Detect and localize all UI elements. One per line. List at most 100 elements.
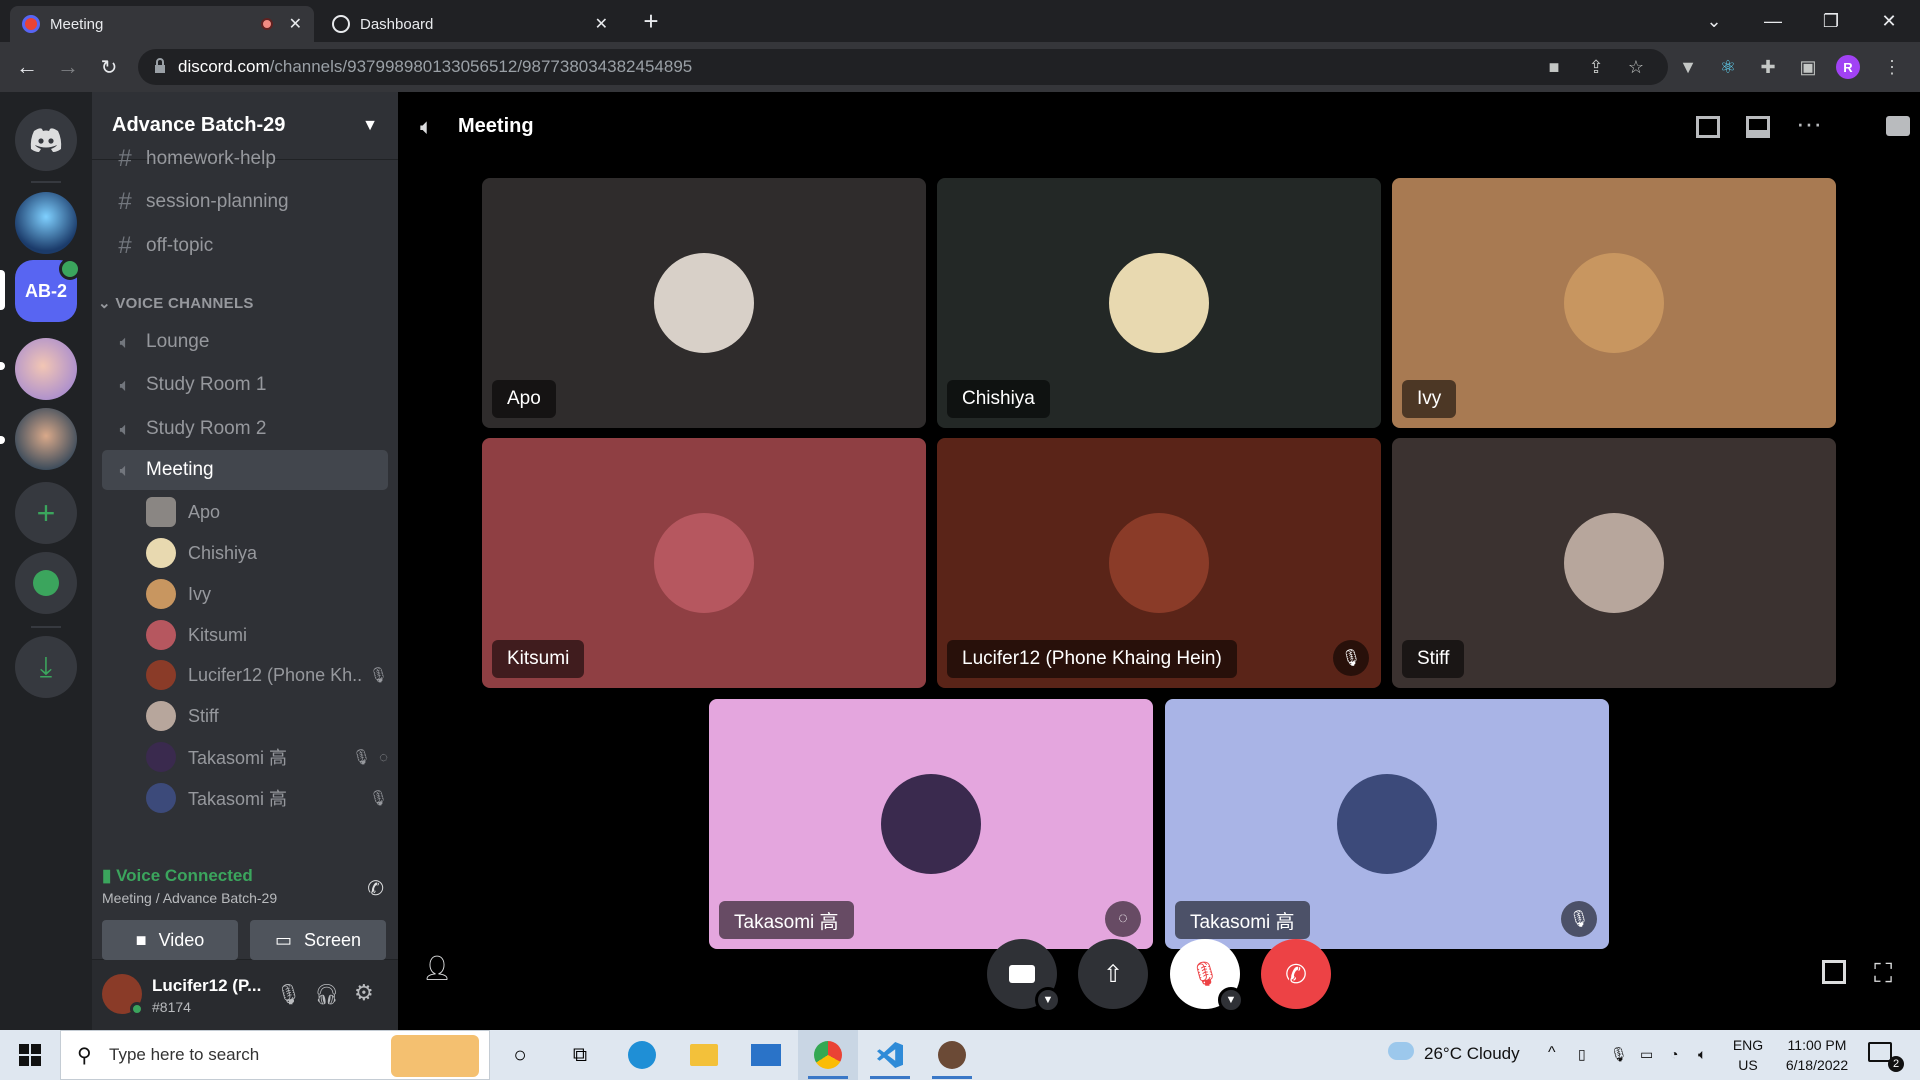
disconnect-button[interactable]: ✆ xyxy=(1261,939,1331,1009)
bookmark-star-icon[interactable]: ☆ xyxy=(1624,55,1648,79)
channel-homework-help[interactable]: # homework-help xyxy=(102,144,388,174)
add-server-icon[interactable]: + xyxy=(15,482,77,544)
voice-category-header[interactable]: ⌄ VOICE CHANNELS xyxy=(98,294,254,312)
profile-avatar[interactable]: R xyxy=(1836,55,1860,79)
voice-location[interactable]: Meeting / Advance Batch-29 xyxy=(102,890,277,906)
download-apps-icon[interactable]: ⤓ xyxy=(15,636,77,698)
mute-mic-icon[interactable]: 🎙︎ xyxy=(276,982,301,1007)
channel-off-topic[interactable]: # off-topic xyxy=(102,226,388,266)
chevron-down-icon[interactable]: ▼ xyxy=(1035,987,1061,1013)
share-screen-button[interactable]: ⇧ xyxy=(1078,939,1148,1009)
voice-channel-study-room-2[interactable]: 🔈︎ Study Room 2 xyxy=(102,409,388,449)
edge-icon[interactable] xyxy=(612,1030,672,1080)
discord-home-icon[interactable] xyxy=(15,109,77,171)
camera-in-use-icon[interactable]: ■ xyxy=(1542,55,1566,79)
fullscreen-icon[interactable]: ⛶ xyxy=(1874,958,1892,990)
language-indicator[interactable]: ENG US xyxy=(1728,1035,1768,1075)
disconnect-call-icon[interactable]: ✆ xyxy=(367,876,384,901)
microphone-icon[interactable]: 🎙︎ xyxy=(1610,1044,1628,1064)
restore-button[interactable]: ❐ xyxy=(1802,0,1860,42)
mute-toggle-button[interactable]: 🎙︎ ▼ xyxy=(1170,939,1244,1013)
invite-user-icon[interactable]: 👤︎ xyxy=(422,954,452,983)
voice-user[interactable]: Ivy xyxy=(146,575,388,613)
settings-gear-icon[interactable]: ⚙ xyxy=(354,980,374,1006)
weather-text[interactable]: 26°C Cloudy xyxy=(1424,1044,1520,1064)
file-explorer-icon[interactable] xyxy=(674,1030,734,1080)
voice-channel-meeting[interactable]: 🔈︎ Meeting xyxy=(102,450,388,490)
voice-user[interactable]: Takasomi 高 🎙︎ ◌ xyxy=(146,738,388,776)
participant-tile[interactable]: Lucifer12 (Phone Khaing Hein) 🎙︎ xyxy=(937,438,1381,688)
cloudy-weather-icon[interactable] xyxy=(1388,1042,1414,1060)
voice-user[interactable]: Lucifer12 (Phone Kh... 🎙︎ xyxy=(146,656,388,694)
voice-channel-lounge[interactable]: 🔈︎ Lounge xyxy=(102,322,388,362)
popout-icon[interactable] xyxy=(1746,116,1770,138)
server-icon[interactable] xyxy=(15,338,77,400)
minimize-button[interactable]: — xyxy=(1744,0,1802,42)
cortana-icon[interactable]: ○ xyxy=(490,1030,550,1080)
server-icon[interactable] xyxy=(15,408,77,470)
tray-chevron-up-icon[interactable]: ^ xyxy=(1548,1043,1556,1063)
headphones-icon[interactable]: 🎧︎ xyxy=(314,982,339,1007)
battery-icon[interactable]: ▭ xyxy=(1640,1044,1653,1064)
server-icon[interactable] xyxy=(15,192,77,254)
server-advance-batch[interactable]: AB-2 xyxy=(15,258,81,322)
avatar xyxy=(146,701,176,731)
device-icon[interactable]: ▯ xyxy=(1578,1044,1586,1064)
chrome-menu-icon[interactable]: ⋮ xyxy=(1880,55,1904,79)
chrome-icon[interactable] xyxy=(798,1030,858,1080)
close-tab-icon[interactable]: ✕ xyxy=(595,14,608,34)
new-tab-button[interactable]: + xyxy=(636,6,666,36)
voice-user[interactable]: Chishiya xyxy=(146,534,388,572)
start-button[interactable] xyxy=(0,1030,60,1080)
chevron-down-icon[interactable]: ▼ xyxy=(1218,987,1244,1013)
game-app-icon[interactable] xyxy=(922,1030,982,1080)
camera-toggle-button[interactable]: ▼ xyxy=(987,939,1061,1013)
voice-connected-status[interactable]: ▮ Voice Connected xyxy=(102,866,253,886)
task-view-icon[interactable]: ⧉ xyxy=(550,1030,610,1080)
online-status-icon xyxy=(130,1002,144,1016)
voice-channel-study-room-1[interactable]: 🔈︎ Study Room 1 xyxy=(102,365,388,405)
close-window-button[interactable]: ✕ xyxy=(1860,0,1918,42)
back-button[interactable]: ← xyxy=(12,52,42,82)
voice-user[interactable]: Stiff xyxy=(146,697,388,735)
grid-layout-icon[interactable] xyxy=(1696,116,1720,138)
extensions-puzzle-icon[interactable]: ✚ xyxy=(1756,55,1780,79)
mail-icon[interactable] xyxy=(736,1030,796,1080)
clock[interactable]: 11:00 PM 6/18/2022 xyxy=(1772,1035,1862,1075)
side-panel-icon[interactable]: ▣ xyxy=(1796,55,1820,79)
forward-button[interactable]: → xyxy=(53,52,83,82)
tab-meeting[interactable]: Meeting ✕ xyxy=(10,6,314,42)
screen-label: Screen xyxy=(303,929,362,950)
screen-share-button[interactable]: ▭ Screen xyxy=(250,920,386,960)
vue-extension-icon[interactable]: ▼ xyxy=(1676,55,1700,79)
react-extension-icon[interactable]: ⚛ xyxy=(1716,55,1740,79)
voice-user[interactable]: Kitsumi xyxy=(146,616,388,654)
video-button[interactable]: ■ Video xyxy=(102,920,238,960)
tab-search-chevron-icon[interactable]: ⌄ xyxy=(1685,0,1743,42)
participant-tile[interactable]: Takasomi 高 ◌ xyxy=(709,699,1153,949)
wifi-icon[interactable]: ◔ xyxy=(1670,1044,1678,1064)
participant-tile[interactable]: Ivy xyxy=(1392,178,1836,428)
participant-tile[interactable]: Chishiya xyxy=(937,178,1381,428)
participant-name: Takasomi 高 xyxy=(719,901,854,939)
tab-dashboard[interactable]: Dashboard ✕ xyxy=(320,6,620,42)
reload-button[interactable]: ↻ xyxy=(94,52,124,82)
taskbar-search[interactable]: ⚲ Type here to search xyxy=(60,1030,490,1080)
explore-compass-icon[interactable] xyxy=(15,552,77,614)
url-field[interactable]: discord.com/channels/937998980133056512/… xyxy=(138,49,1668,85)
share-icon[interactable]: ⇪ xyxy=(1584,55,1608,79)
divider xyxy=(31,181,61,183)
popout-window-icon[interactable] xyxy=(1822,960,1846,984)
chat-bubble-icon[interactable] xyxy=(1886,116,1910,136)
voice-user[interactable]: Takasomi 高 🎙︎ xyxy=(146,779,388,817)
volume-icon[interactable]: 🔈︎ xyxy=(1698,1044,1706,1064)
more-options-icon[interactable]: ··· xyxy=(1796,108,1822,139)
vscode-icon[interactable] xyxy=(860,1030,920,1080)
channel-session-planning[interactable]: # session-planning xyxy=(102,182,388,222)
close-tab-icon[interactable]: ✕ xyxy=(289,14,302,34)
participant-tile[interactable]: Takasomi 高 🎙︎ xyxy=(1165,699,1609,949)
participant-tile[interactable]: Stiff xyxy=(1392,438,1836,688)
participant-tile[interactable]: Apo xyxy=(482,178,926,428)
voice-user[interactable]: Apo xyxy=(146,493,388,531)
participant-tile[interactable]: Kitsumi xyxy=(482,438,926,688)
